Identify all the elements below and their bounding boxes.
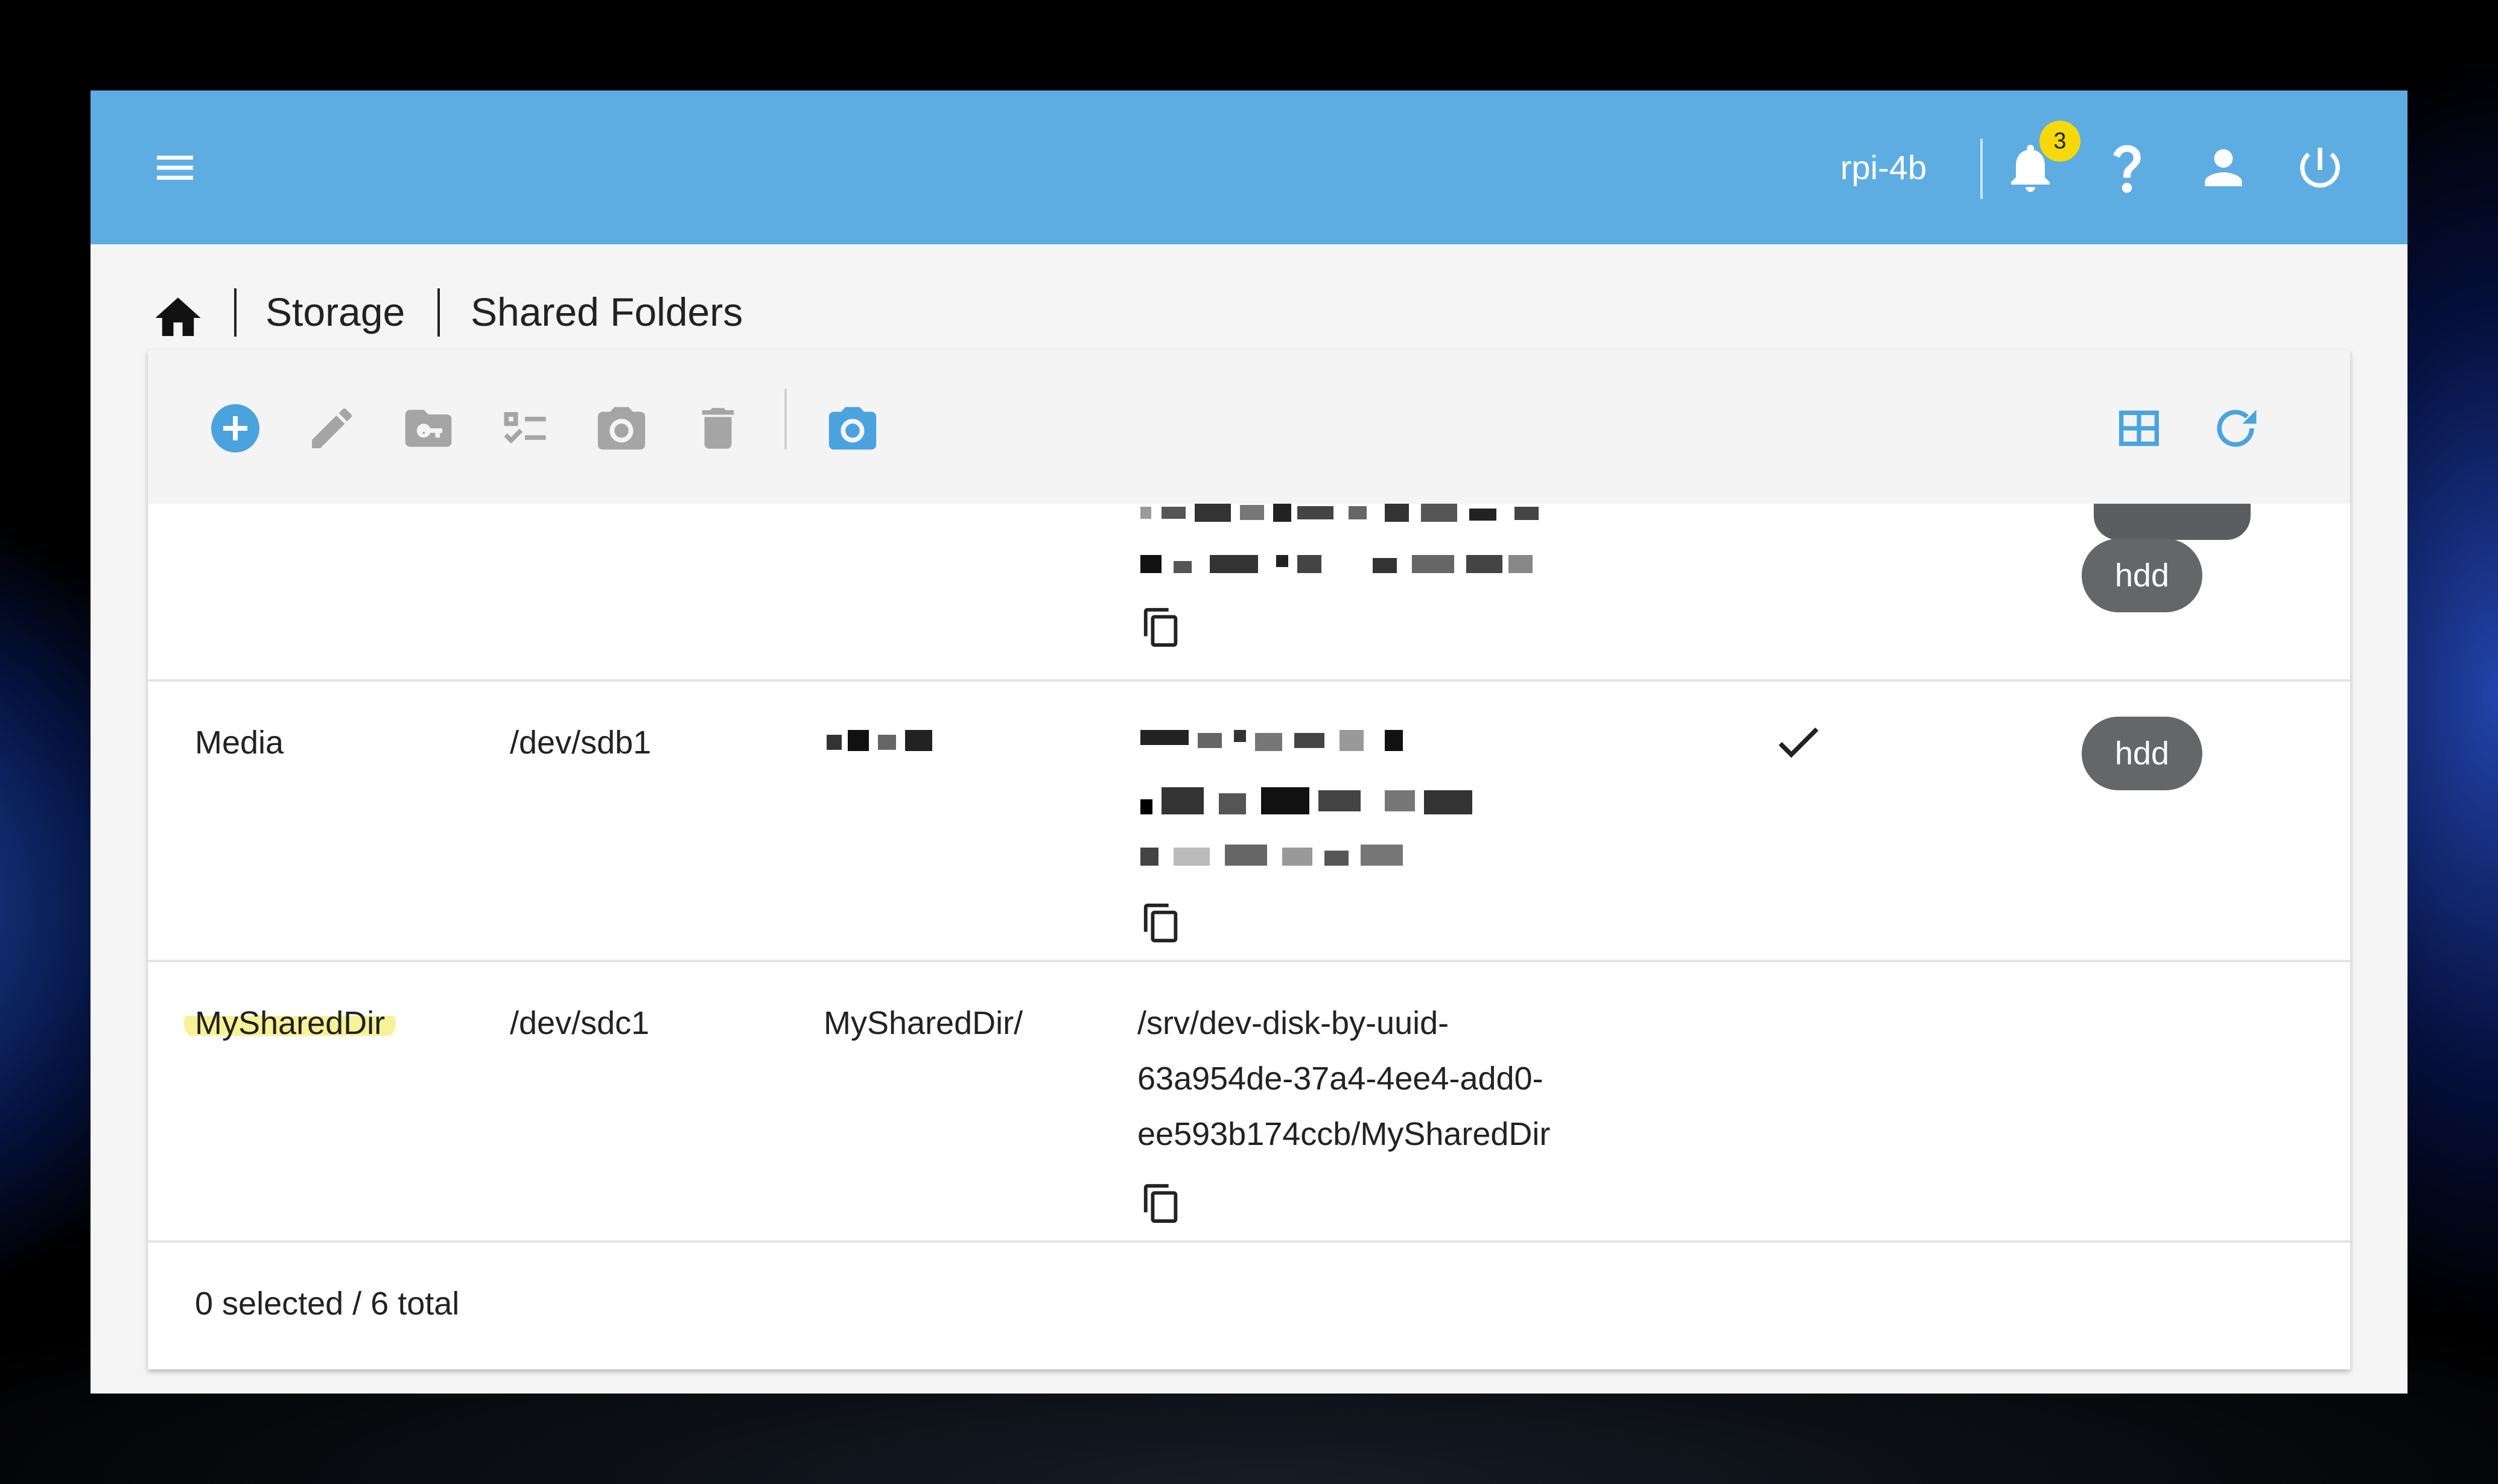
add-icon[interactable]	[205, 398, 265, 458]
breadcrumb-separator	[437, 288, 440, 337]
copy-icon[interactable]	[1140, 902, 1183, 944]
tag-chip: hdd	[2082, 539, 2202, 612]
table-footer: 0 selected / 6 total	[148, 1240, 2350, 1369]
snapshot-icon[interactable]	[591, 398, 652, 458]
tag-chip: hdd	[2082, 717, 2202, 790]
table-row[interactable]: Media /dev/sdb1 hdd	[148, 682, 2350, 962]
row-device: /dev/sdc1	[510, 1005, 650, 1041]
user-icon[interactable]	[2193, 138, 2254, 198]
referenced-check-icon	[1771, 715, 1825, 769]
table-toolbar	[148, 350, 2350, 504]
selection-summary: 0 selected / 6 total	[195, 1286, 460, 1322]
row-name: MySharedDir	[184, 995, 396, 1051]
tag-chip	[2094, 504, 2251, 540]
menu-icon[interactable]	[151, 144, 199, 192]
edit-icon[interactable]	[302, 398, 362, 458]
breadcrumb-separator	[234, 288, 237, 337]
highlighted-name: MySharedDir	[184, 1005, 396, 1041]
row-name: Media	[195, 725, 284, 761]
row-absolute-path-line-3: ee593b174ccb/MySharedDir	[1137, 1116, 1551, 1152]
row-absolute-path-line-2: 63a954de-37a4-4ee4-add0-	[1137, 1061, 1543, 1097]
app-window: rpi-4b 3 Storage Shared Folders hdd Medi…	[91, 90, 2407, 1394]
topbar-divider	[1980, 139, 1983, 199]
delete-icon[interactable]	[688, 398, 748, 458]
row-device: /dev/sdb1	[510, 725, 652, 761]
row-relative-path: MySharedDir/	[824, 1005, 1023, 1041]
help-icon[interactable]	[2097, 138, 2157, 198]
breadcrumb-storage[interactable]: Storage	[265, 271, 405, 353]
snapshot-list-icon[interactable]	[822, 398, 883, 458]
breadcrumb: Storage Shared Folders	[91, 271, 2407, 344]
table-view-icon[interactable]	[2109, 398, 2169, 458]
copy-icon[interactable]	[1140, 1182, 1183, 1225]
shared-folders-table-card: hdd Media /dev/sdb1 hdd MySharedDir /dev…	[148, 350, 2350, 1369]
hostname: rpi-4b	[1840, 148, 1927, 186]
row-absolute-path-line-1: /srv/dev-disk-by-uuid-	[1137, 1005, 1449, 1041]
top-bar: rpi-4b 3	[91, 90, 2407, 244]
table-row[interactable]: hdd	[148, 504, 2350, 682]
permissions-icon[interactable]	[398, 398, 459, 458]
power-icon[interactable]	[2290, 138, 2350, 198]
breadcrumb-shared-folders: Shared Folders	[471, 290, 743, 334]
refresh-icon[interactable]	[2205, 398, 2266, 458]
home-icon[interactable]	[151, 291, 205, 345]
copy-icon[interactable]	[1140, 606, 1183, 648]
acl-icon[interactable]	[495, 398, 555, 458]
table-row[interactable]: MySharedDir /dev/sdc1 MySharedDir/ /srv/…	[148, 962, 2350, 1243]
notification-badge: 3	[2039, 121, 2080, 162]
toolbar-separator	[784, 389, 787, 449]
